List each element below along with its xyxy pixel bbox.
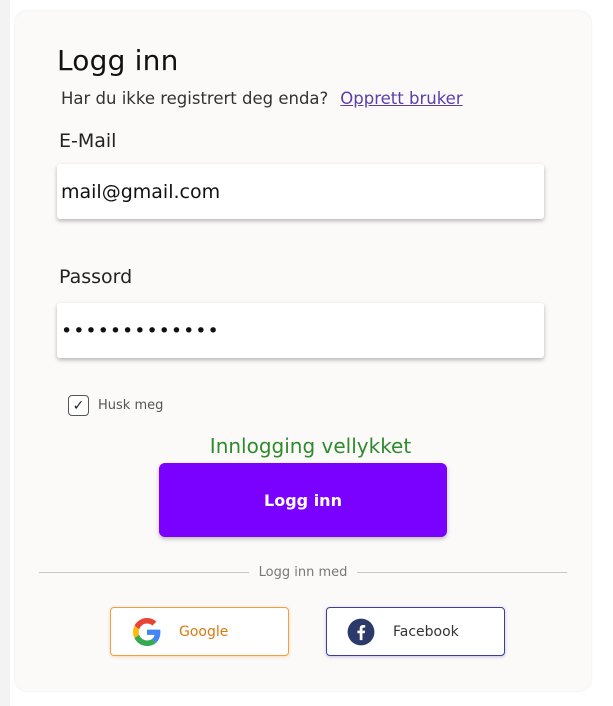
email-field[interactable] (57, 164, 544, 219)
remember-label: Husk meg (98, 398, 164, 413)
divider-text: Logg inn med (258, 564, 348, 580)
divider-line-right (357, 571, 567, 573)
page-title: Logg inn (57, 44, 179, 77)
divider: Logg inn med (39, 562, 567, 582)
login-button[interactable]: Logg inn (159, 463, 447, 537)
page: Logg inn Har du ikke registrert deg enda… (0, 0, 613, 706)
left-strip (0, 0, 10, 706)
facebook-label: Facebook (393, 623, 459, 640)
google-label: Google (179, 623, 229, 640)
register-prompt: Har du ikke registrert deg enda? (61, 89, 329, 108)
google-icon (133, 617, 161, 646)
register-row: Har du ikke registrert deg enda? Opprett … (61, 89, 463, 108)
facebook-icon (347, 618, 375, 645)
google-login-button[interactable]: Google (110, 607, 289, 656)
checkmark-icon: ✓ (72, 397, 85, 414)
remember-checkbox[interactable]: ✓ (68, 395, 89, 416)
create-account-link[interactable]: Opprett bruker (340, 89, 462, 108)
password-field[interactable] (57, 303, 544, 358)
facebook-login-button[interactable]: Facebook (326, 607, 505, 656)
password-label: Passord (59, 266, 133, 288)
status-message: Innlogging vellykket (209, 434, 412, 458)
divider-line-left (39, 571, 249, 573)
remember-me[interactable]: ✓ Husk meg (68, 395, 163, 416)
email-label: E-Mail (59, 130, 117, 152)
